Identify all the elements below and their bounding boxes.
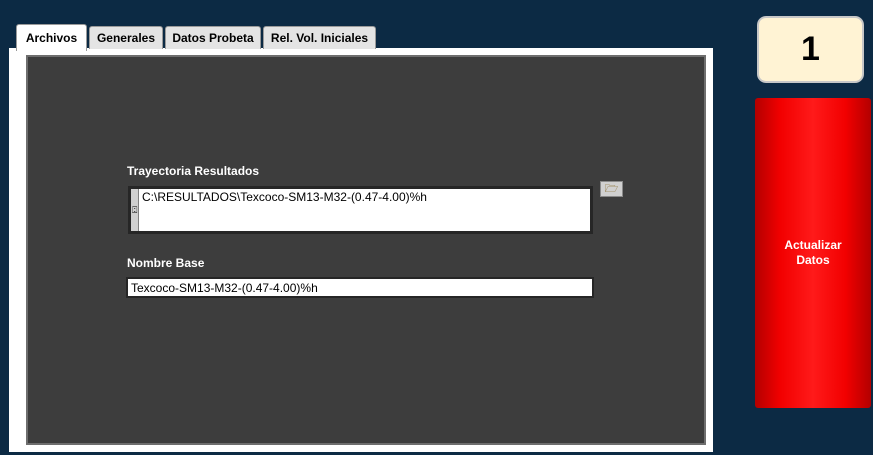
path-strip: ⍠ [131, 189, 139, 231]
update-data-button[interactable]: Actualizar Datos [755, 98, 871, 408]
counter-display: 1 [757, 16, 864, 83]
archivos-panel: Trayectoria Resultados ⍠ C:\RESULTADOS\T… [26, 55, 706, 445]
path-glyph-icon: ⍠ [132, 205, 138, 215]
results-path-label: Trayectoria Resultados [127, 164, 260, 178]
browse-folder-button[interactable]: 🗁 [600, 181, 623, 197]
tab-datos-probeta[interactable]: Datos Probeta [165, 26, 261, 49]
tab-panel: Trayectoria Resultados ⍠ C:\RESULTADOS\T… [9, 48, 713, 452]
results-path-value: C:\RESULTADOS\Texcoco-SM13-M32-(0.47-4.0… [142, 190, 427, 204]
tab-archivos[interactable]: Archivos [16, 24, 87, 51]
tab-rel-vol-iniciales[interactable]: Rel. Vol. Iniciales [263, 26, 376, 49]
folder-open-icon: 🗁 [604, 182, 619, 195]
tab-generales[interactable]: Generales [89, 26, 163, 49]
results-path-input[interactable]: ⍠ C:\RESULTADOS\Texcoco-SM13-M32-(0.47-4… [128, 186, 593, 234]
base-name-label: Nombre Base [127, 256, 205, 270]
base-name-input[interactable]: Texcoco-SM13-M32-(0.47-4.00)%h [126, 277, 594, 298]
update-data-label: Actualizar Datos [784, 238, 842, 267]
